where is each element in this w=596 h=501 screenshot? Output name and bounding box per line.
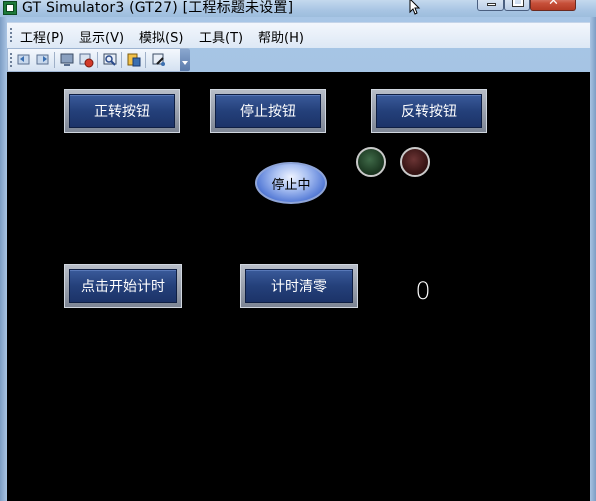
toolbar-separator bbox=[97, 52, 98, 68]
screen-icon[interactable] bbox=[59, 52, 75, 68]
menu-simulate[interactable]: 模拟(S) bbox=[139, 27, 183, 46]
stop-button[interactable]: 停止按钮 bbox=[210, 89, 326, 133]
app-icon bbox=[3, 1, 17, 15]
menu-project[interactable]: 工程(P) bbox=[20, 27, 64, 46]
title-bar[interactable]: GT Simulator3 (GT27) [工程标题未设置] ✕ bbox=[0, 0, 596, 17]
forward-button-label: 正转按钮 bbox=[69, 94, 175, 128]
minimize-icon bbox=[487, 3, 496, 6]
hmi-screen: 正转按钮 停止按钮 反转按钮 停止中 点击开始计时 计时清零 0 bbox=[7, 72, 590, 501]
clear-timer-button-label: 计时清零 bbox=[245, 269, 353, 303]
undo-icon[interactable] bbox=[16, 52, 32, 68]
toolbar-separator bbox=[54, 52, 55, 68]
menu-tools[interactable]: 工具(T) bbox=[199, 27, 243, 46]
mouse-cursor-icon bbox=[409, 0, 421, 15]
close-icon: ✕ bbox=[548, 0, 559, 9]
chevron-down-icon bbox=[182, 61, 188, 65]
maximize-button[interactable] bbox=[504, 0, 530, 11]
status-indicator: 停止中 bbox=[255, 162, 327, 204]
zoom-icon[interactable] bbox=[151, 52, 167, 68]
toolbar-separator bbox=[145, 52, 146, 68]
menu-view[interactable]: 显示(V) bbox=[79, 27, 124, 46]
menubar-grip-icon[interactable] bbox=[10, 28, 12, 44]
window-title: GT Simulator3 (GT27) [工程标题未设置] bbox=[22, 0, 294, 16]
start-timer-button[interactable]: 点击开始计时 bbox=[64, 264, 182, 308]
toolbar-grip-icon[interactable] bbox=[10, 53, 12, 67]
monitor-icon[interactable] bbox=[102, 52, 118, 68]
timer-value-display: 0 bbox=[415, 277, 431, 305]
maximize-icon bbox=[512, 0, 524, 7]
minimize-button[interactable] bbox=[477, 0, 504, 11]
window-left-border bbox=[0, 17, 7, 501]
menu-help[interactable]: 帮助(H) bbox=[258, 27, 304, 46]
stop-button-label: 停止按钮 bbox=[215, 94, 321, 128]
simulator-window: GT Simulator3 (GT27) [工程标题未设置] ✕ 工程(P) 显… bbox=[0, 0, 596, 501]
redo-icon[interactable] bbox=[35, 52, 51, 68]
menu-bar: 工程(P) 显示(V) 模拟(S) 工具(T) 帮助(H) bbox=[7, 22, 590, 48]
clear-timer-button[interactable]: 计时清零 bbox=[240, 264, 358, 308]
toolbar-separator bbox=[121, 52, 122, 68]
reverse-indicator-lamp bbox=[400, 147, 430, 177]
window-right-border bbox=[590, 17, 596, 501]
toolbar bbox=[7, 48, 190, 72]
toolbar-overflow-button[interactable] bbox=[180, 49, 190, 71]
reverse-button[interactable]: 反转按钮 bbox=[371, 89, 487, 133]
forward-indicator-lamp bbox=[356, 147, 386, 177]
device-icon[interactable] bbox=[126, 52, 142, 68]
reverse-button-label: 反转按钮 bbox=[376, 94, 482, 128]
close-button[interactable]: ✕ bbox=[530, 0, 576, 11]
record-icon[interactable] bbox=[78, 52, 94, 68]
start-timer-button-label: 点击开始计时 bbox=[69, 269, 177, 303]
forward-button[interactable]: 正转按钮 bbox=[64, 89, 180, 133]
